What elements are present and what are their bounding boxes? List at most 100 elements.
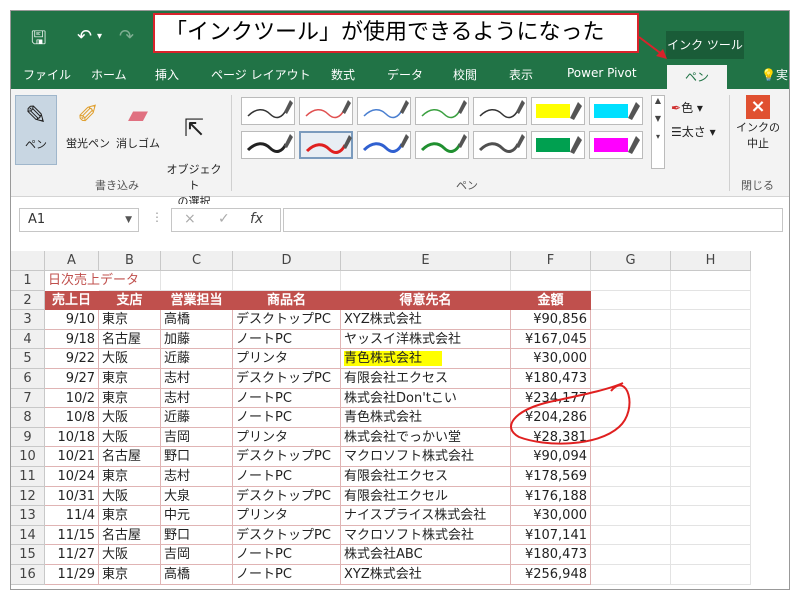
row-header[interactable]: 9 — [11, 427, 45, 448]
table-cell[interactable]: XYZ株式会社 — [341, 310, 511, 330]
table-cell[interactable]: 10/21 — [45, 447, 99, 467]
pen-swatch[interactable] — [531, 97, 585, 125]
table-cell[interactable]: 高橋 — [161, 310, 233, 330]
column-heading-cell[interactable]: 営業担当 — [161, 290, 233, 311]
table-cell[interactable]: ¥107,141 — [511, 525, 591, 546]
table-cell[interactable] — [591, 506, 671, 526]
row-header[interactable]: 12 — [11, 486, 45, 507]
table-cell[interactable]: ノートPC — [233, 408, 341, 428]
save-icon[interactable]: 🖫 — [31, 26, 46, 56]
table-cell[interactable] — [671, 329, 751, 350]
select-objects-button[interactable]: ⇱ オブジェクト の選択 — [163, 95, 225, 209]
table-cell[interactable]: ¥167,045 — [511, 329, 591, 350]
table-cell[interactable]: 東京 — [99, 467, 161, 487]
table-cell[interactable] — [233, 271, 341, 291]
tab-file[interactable]: ファイル — [23, 66, 71, 83]
table-cell[interactable]: 10/8 — [45, 408, 99, 428]
table-cell[interactable] — [591, 447, 671, 467]
table-cell[interactable]: 株式会社Don'tこい — [341, 388, 511, 409]
tab-view[interactable]: 表示 — [509, 66, 533, 83]
table-cell[interactable]: 近藤 — [161, 408, 233, 428]
table-cell[interactable]: ナイスプライス株式会社 — [341, 506, 511, 526]
table-cell[interactable]: 11/29 — [45, 565, 99, 585]
table-cell[interactable]: ¥28,381 — [511, 427, 591, 448]
table-cell[interactable]: デスクトップPC — [233, 447, 341, 467]
undo-icon[interactable]: ↶ — [77, 26, 92, 47]
table-cell[interactable]: 10/2 — [45, 388, 99, 409]
table-cell[interactable]: 大阪 — [99, 349, 161, 369]
table-cell[interactable]: ヤッスイ洋株式会社 — [341, 329, 511, 350]
sheet-title[interactable]: 日次売上データ — [45, 271, 139, 291]
table-cell[interactable] — [591, 369, 671, 389]
table-cell[interactable] — [671, 310, 751, 330]
table-cell[interactable] — [671, 408, 751, 428]
table-cell[interactable] — [671, 388, 751, 409]
table-cell[interactable]: 株式会社ABC — [341, 545, 511, 565]
table-cell[interactable]: 加藤 — [161, 329, 233, 350]
table-cell[interactable]: 東京 — [99, 369, 161, 389]
table-cell[interactable] — [591, 329, 671, 350]
row-header[interactable]: 11 — [11, 467, 45, 487]
row-header[interactable]: 10 — [11, 447, 45, 467]
pen-swatch[interactable] — [357, 97, 411, 125]
table-cell[interactable] — [671, 486, 751, 507]
pen-swatch[interactable] — [589, 97, 643, 125]
table-cell[interactable] — [671, 447, 751, 467]
table-cell[interactable]: プリンタ — [233, 427, 341, 448]
table-cell[interactable]: 11/15 — [45, 525, 99, 546]
table-cell[interactable]: 11/27 — [45, 545, 99, 565]
table-cell[interactable]: 吉岡 — [161, 427, 233, 448]
column-heading-cell[interactable] — [591, 290, 671, 311]
pen-swatch[interactable] — [415, 131, 469, 159]
insert-function-icon[interactable]: fx — [250, 211, 263, 227]
row-header[interactable]: 15 — [11, 545, 45, 565]
tab-pen[interactable]: ペン — [667, 65, 728, 89]
table-cell[interactable] — [671, 467, 751, 487]
table-cell[interactable] — [591, 271, 671, 291]
table-cell[interactable]: 東京 — [99, 506, 161, 526]
pen-swatch[interactable] — [473, 97, 527, 125]
table-cell[interactable]: 9/18 — [45, 329, 99, 350]
tab-data[interactable]: データ — [387, 66, 423, 83]
table-cell[interactable]: ¥256,948 — [511, 565, 591, 585]
enter-icon[interactable]: ✓ — [218, 211, 230, 227]
table-cell[interactable] — [671, 565, 751, 585]
table-cell[interactable]: 大阪 — [99, 427, 161, 448]
table-cell[interactable]: 東京 — [99, 565, 161, 585]
table-cell[interactable]: ¥90,856 — [511, 310, 591, 330]
table-cell[interactable]: 10/18 — [45, 427, 99, 448]
table-cell[interactable] — [511, 271, 591, 291]
table-cell[interactable] — [671, 369, 751, 389]
column-heading-cell[interactable]: 支店 — [99, 290, 161, 311]
table-cell[interactable]: 高橋 — [161, 565, 233, 585]
column-header[interactable]: H — [671, 251, 751, 271]
table-cell[interactable]: 大泉 — [161, 486, 233, 507]
pen-swatch[interactable] — [473, 131, 527, 159]
table-cell[interactable]: 大阪 — [99, 545, 161, 565]
table-cell[interactable]: 中元 — [161, 506, 233, 526]
table-cell[interactable] — [671, 349, 751, 369]
table-cell[interactable] — [591, 565, 671, 585]
table-cell[interactable]: 9/10 — [45, 310, 99, 330]
table-cell[interactable]: 吉岡 — [161, 545, 233, 565]
table-cell[interactable] — [591, 349, 671, 369]
color-dropdown[interactable]: ✒色 ▾ — [671, 99, 703, 116]
table-cell[interactable] — [671, 545, 751, 565]
column-header[interactable]: C — [161, 251, 233, 271]
table-cell[interactable] — [591, 467, 671, 487]
column-header[interactable]: F — [511, 251, 591, 271]
row-header[interactable]: 1 — [11, 271, 45, 291]
pen-swatch[interactable] — [589, 131, 643, 159]
table-cell[interactable] — [591, 388, 671, 409]
table-cell[interactable]: プリンタ — [233, 506, 341, 526]
table-cell[interactable] — [671, 271, 751, 291]
table-cell[interactable]: ¥90,094 — [511, 447, 591, 467]
table-cell[interactable] — [671, 506, 751, 526]
table-cell[interactable] — [591, 525, 671, 546]
table-cell[interactable]: ¥180,473 — [511, 545, 591, 565]
column-header[interactable]: E — [341, 251, 511, 271]
table-cell[interactable] — [591, 427, 671, 448]
table-cell[interactable]: XYZ株式会社 — [341, 565, 511, 585]
table-cell[interactable]: 有限会社エクセル — [341, 486, 511, 507]
thickness-dropdown[interactable]: ☰太さ ▾ — [671, 123, 716, 140]
